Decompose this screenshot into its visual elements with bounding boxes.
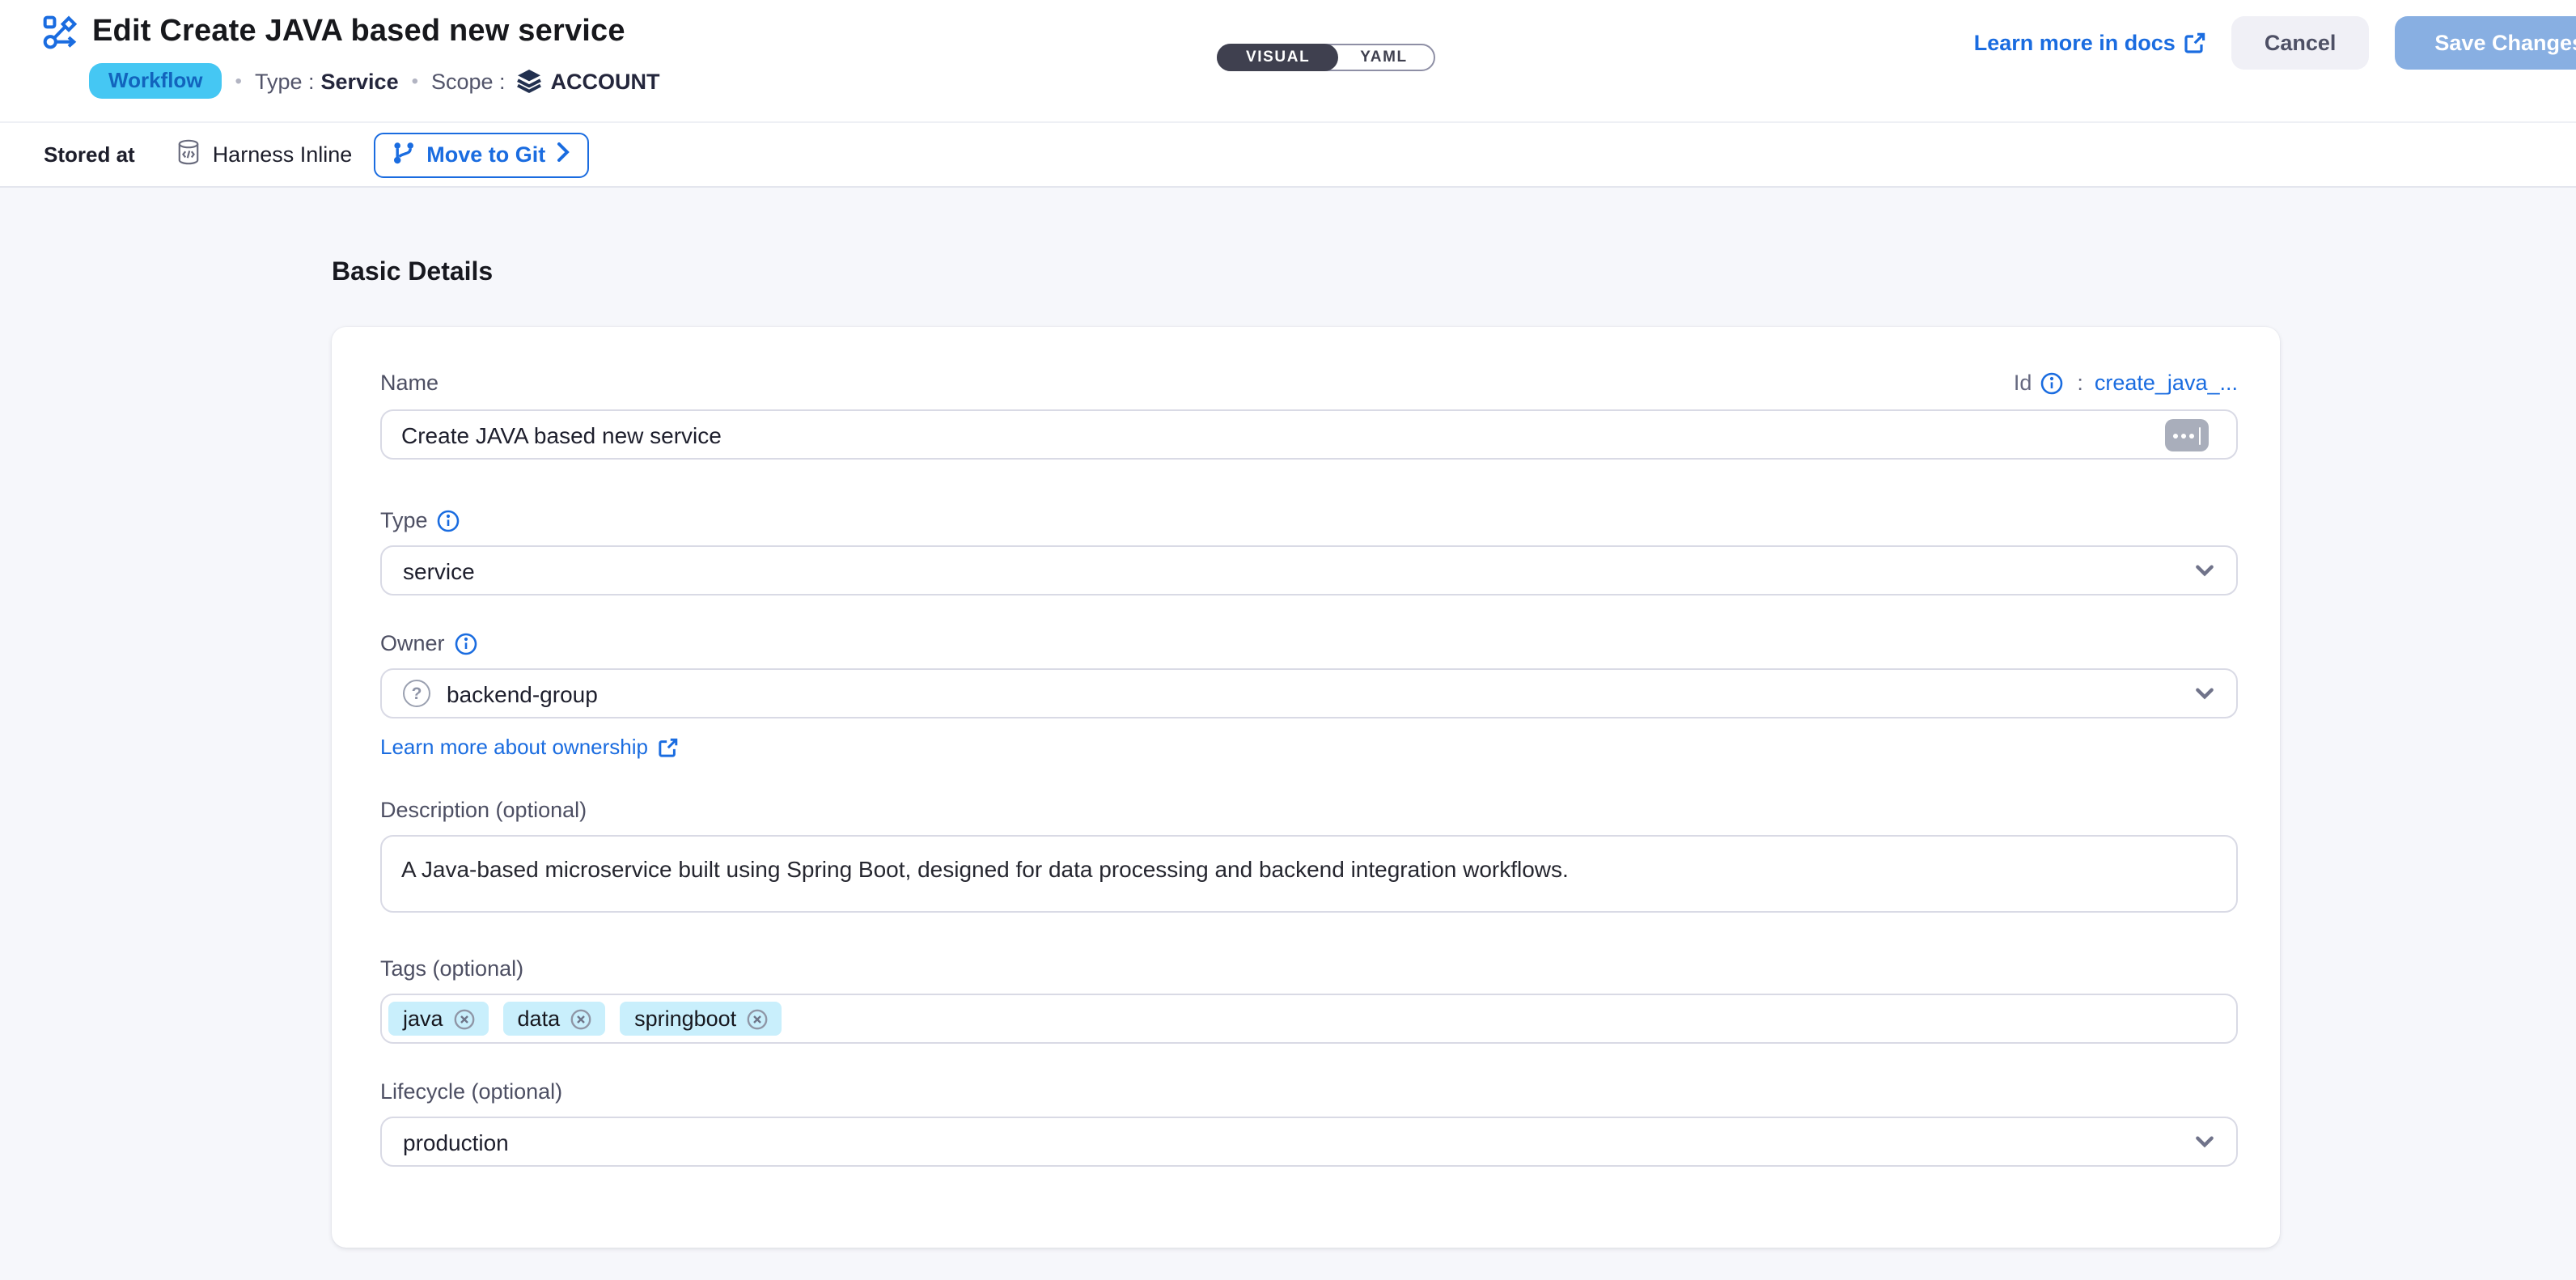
storage-bar: Stored at Harness Inline	[0, 121, 2576, 188]
description-textarea[interactable]: A Java-based microservice built using Sp…	[380, 835, 2238, 913]
tag-label: java	[403, 1007, 443, 1031]
tag-label: springboot	[634, 1007, 736, 1031]
owner-select-value: backend-group	[447, 680, 598, 706]
lifecycle-select-value: production	[403, 1129, 509, 1155]
section-title: Basic Details	[332, 259, 2576, 288]
chevron-down-icon	[2194, 560, 2215, 581]
page-title: Edit Create JAVA based new service	[92, 15, 625, 50]
tag-label: data	[518, 1007, 561, 1031]
tab-visual[interactable]: VISUAL	[1217, 44, 1337, 71]
name-input[interactable]	[380, 409, 2238, 460]
info-icon[interactable]	[438, 509, 460, 532]
move-to-git-label: Move to Git	[426, 142, 545, 167]
ownership-docs-link[interactable]: Learn more about ownership	[380, 735, 677, 759]
tags-input[interactable]: java data	[380, 994, 2238, 1044]
ownership-link-label: Learn more about ownership	[380, 735, 648, 759]
save-changes-button[interactable]: Save Changes	[2394, 16, 2576, 70]
type-select-value: service	[403, 557, 475, 583]
tags-field-label: Tags (optional)	[380, 956, 523, 981]
meta-separator: •	[412, 70, 418, 92]
info-icon[interactable]	[2040, 371, 2062, 394]
lifecycle-field-label: Lifecycle (optional)	[380, 1079, 562, 1104]
move-to-git-button[interactable]: Move to Git	[373, 132, 589, 177]
external-link-icon	[2185, 32, 2206, 53]
id-separator: :	[2077, 371, 2083, 395]
owner-field-label: Owner	[380, 631, 445, 655]
description-field-label: Description (optional)	[380, 798, 587, 822]
remove-tag-icon[interactable]	[570, 1007, 592, 1030]
main-content: Basic Details Name Id : create_java_...	[0, 188, 2576, 1248]
name-label: Name	[380, 371, 439, 395]
id-value-link[interactable]: create_java_...	[2095, 371, 2238, 395]
remove-tag-icon[interactable]	[453, 1007, 476, 1030]
tab-yaml[interactable]: YAML	[1337, 45, 1434, 70]
scope-value: ACCOUNT	[551, 69, 660, 93]
page: Edit Create JAVA based new service Workf…	[0, 0, 2576, 1280]
owner-select[interactable]: ? backend-group	[380, 668, 2238, 718]
question-icon: ?	[403, 680, 430, 707]
remove-tag-icon[interactable]	[746, 1007, 769, 1030]
git-branch-icon	[391, 140, 415, 169]
type-label: Type :	[255, 69, 315, 93]
scope-label: Scope :	[431, 69, 506, 93]
info-icon[interactable]	[455, 632, 477, 655]
docs-link-label: Learn more in docs	[1974, 31, 2176, 55]
storage-type-label: Harness Inline	[213, 142, 353, 167]
top-header: Edit Create JAVA based new service Workf…	[0, 0, 2576, 121]
chevron-down-icon	[2194, 683, 2215, 704]
chevron-right-icon	[557, 142, 570, 167]
type-value: Service	[321, 69, 399, 93]
stored-at-label: Stored at	[44, 142, 135, 167]
chevron-down-icon	[2194, 1131, 2215, 1152]
learn-more-docs-link[interactable]: Learn more in docs	[1974, 31, 2206, 55]
tag-chip: data	[503, 1002, 606, 1036]
meta-separator: •	[235, 70, 242, 92]
layers-scope-icon	[517, 68, 543, 94]
id-label: Id	[2014, 371, 2032, 395]
tag-chip: java	[388, 1002, 489, 1036]
cancel-button[interactable]: Cancel	[2232, 16, 2369, 70]
basic-details-card: Name Id : create_java_...	[332, 327, 2280, 1248]
type-select[interactable]: service	[380, 545, 2238, 595]
inline-storage-icon	[177, 139, 201, 170]
visual-yaml-toggle: VISUAL YAML	[1217, 44, 1435, 71]
tag-chip: springboot	[620, 1002, 782, 1036]
lifecycle-select[interactable]: production	[380, 1117, 2238, 1167]
workflow-badge: Workflow	[89, 63, 222, 99]
external-link-icon	[658, 737, 677, 757]
type-field-label: Type	[380, 508, 428, 532]
expression-editor-icon[interactable]	[2165, 419, 2209, 451]
workflow-icon	[42, 15, 78, 50]
